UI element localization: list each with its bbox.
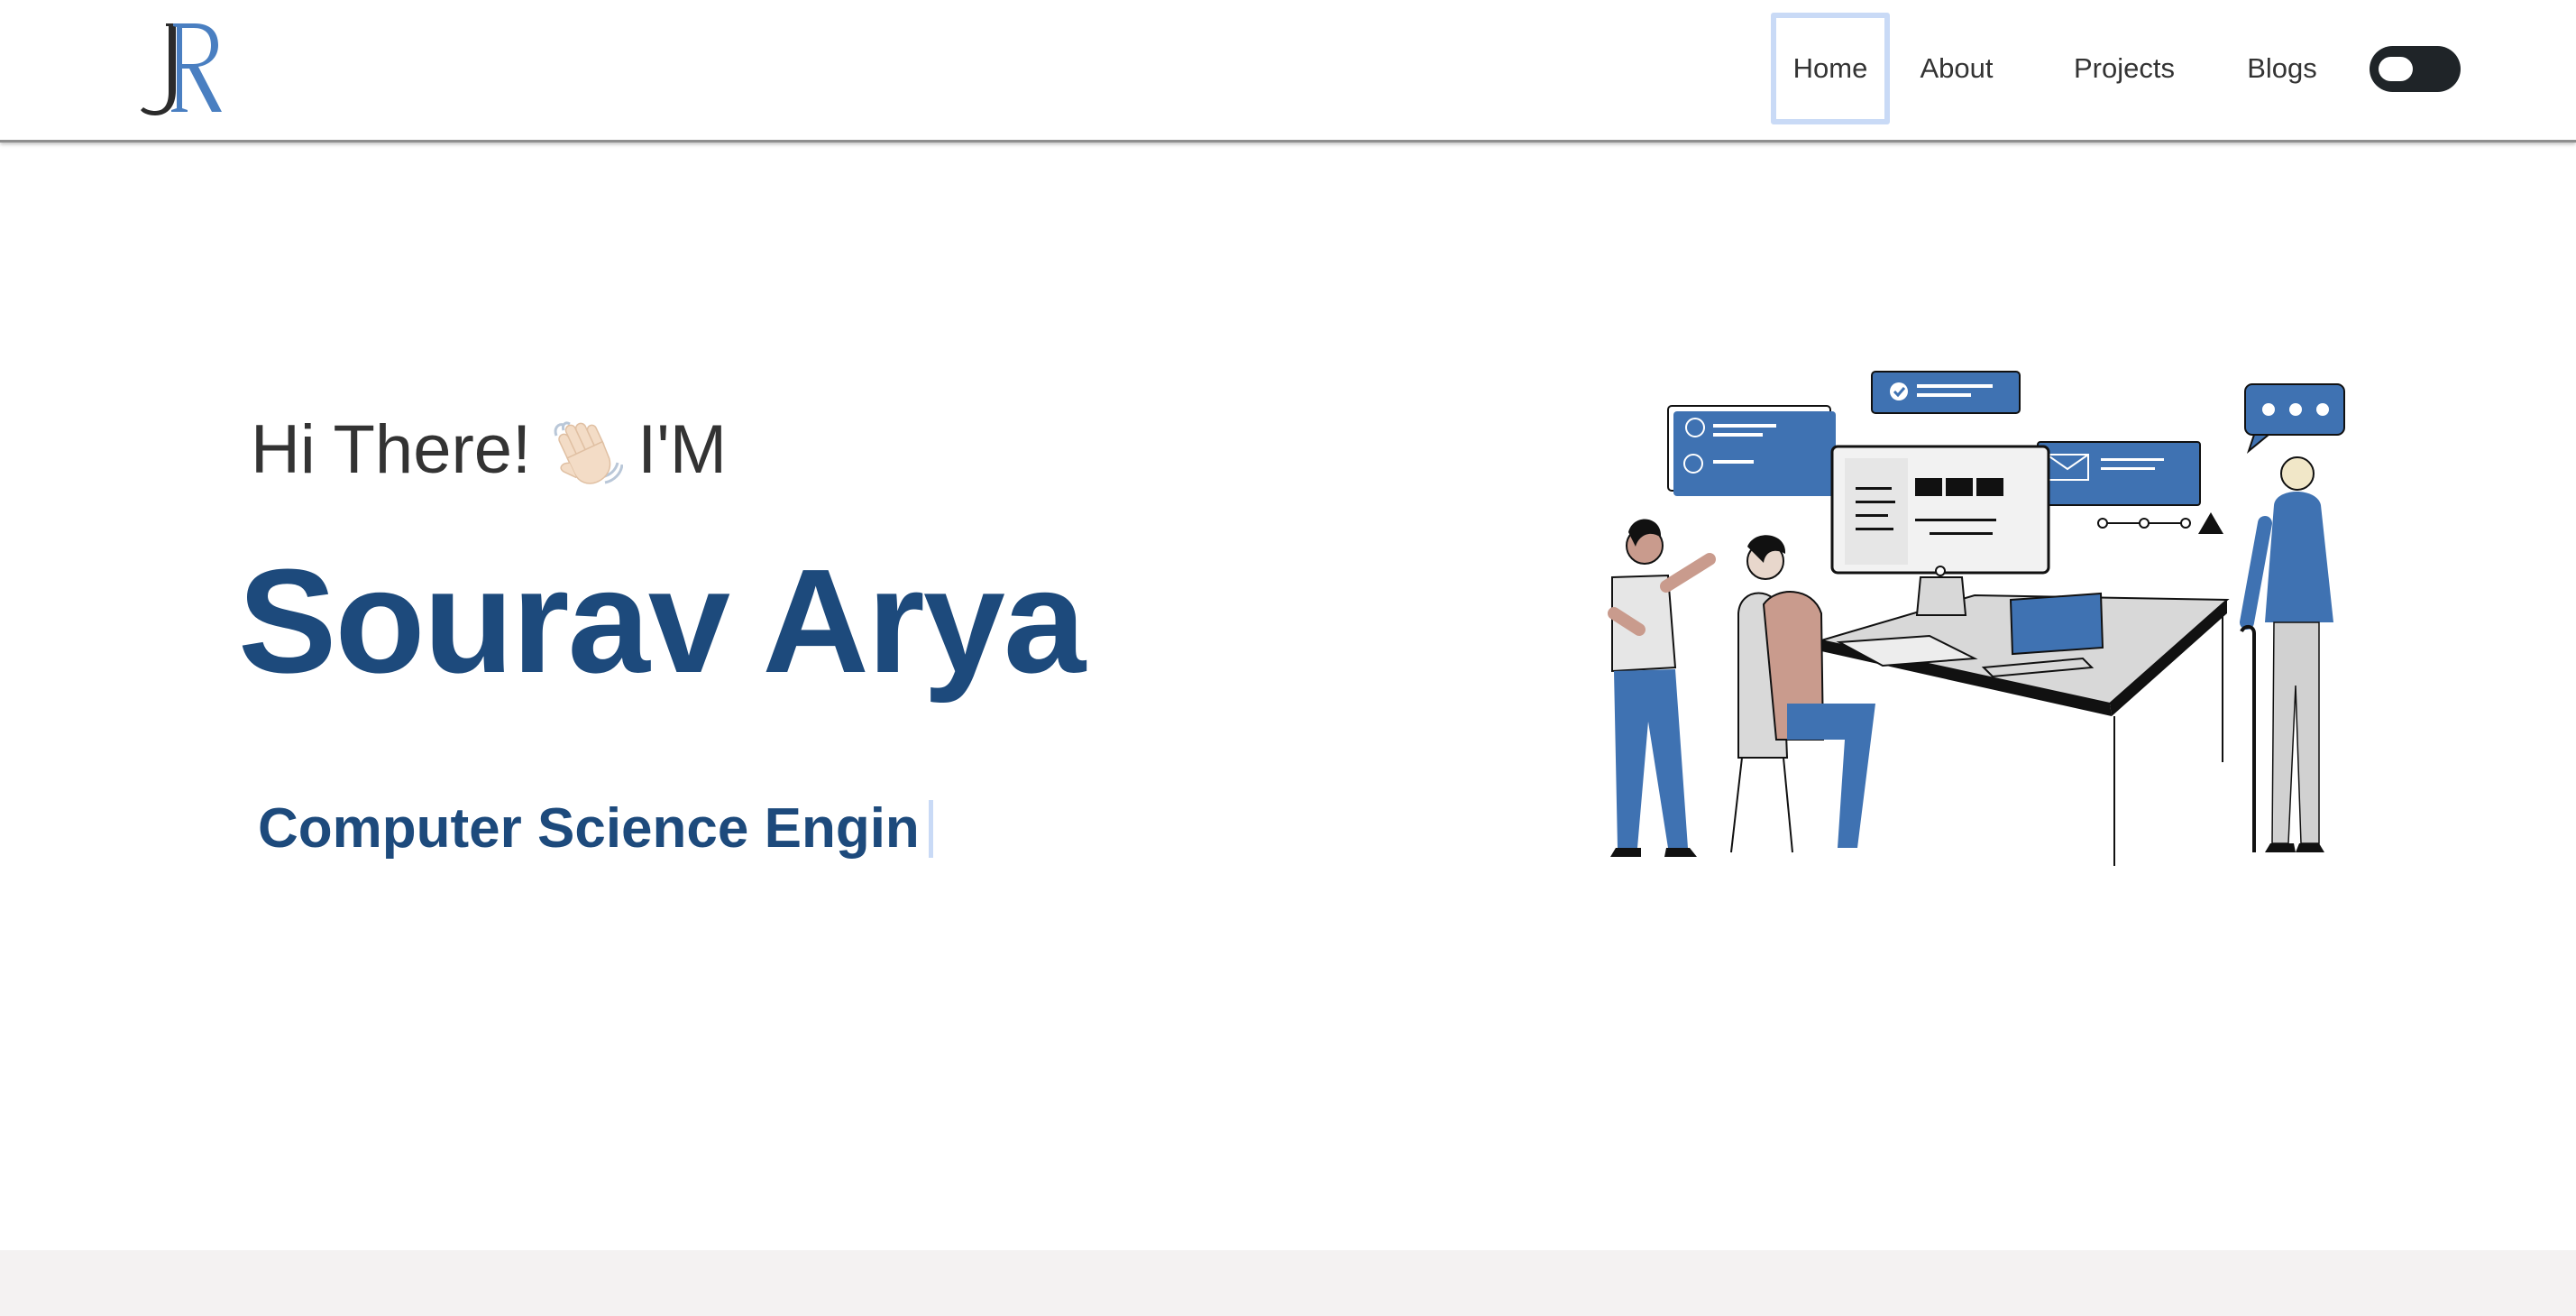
greeting-im-text: I'M (637, 411, 728, 488)
mail-card (2037, 441, 2201, 506)
check-card (1871, 371, 2021, 414)
theme-toggle[interactable] (2370, 46, 2461, 92)
typewriter-role: Computer Science Engin (258, 796, 933, 860)
nav-about-label[interactable]: About (1920, 52, 1993, 85)
nav-projects-label[interactable]: Projects (2074, 52, 2175, 85)
hero-greeting: Hi There! I'M (251, 410, 727, 489)
navbar: Home About Projects Blogs (0, 0, 2576, 143)
hero-name: Sourav Arya (238, 538, 1086, 704)
nav-home[interactable]: Home (1771, 13, 1890, 124)
role-text: Computer Science Engin (258, 797, 920, 860)
typewriter-cursor (928, 799, 933, 858)
developers-illustration (1608, 371, 2345, 866)
nav-blogs-label[interactable]: Blogs (2247, 52, 2317, 85)
logo[interactable] (135, 18, 225, 117)
speech-bubble (2244, 383, 2345, 454)
greeting-text: Hi There! (251, 411, 532, 488)
nav-projects[interactable]: Projects (2068, 13, 2180, 124)
nav-blogs[interactable]: Blogs (2241, 13, 2323, 124)
waving-hand-icon (554, 420, 624, 484)
chat-card-left (1667, 405, 1836, 496)
nav-home-label[interactable]: Home (1793, 52, 1868, 85)
toggle-switch-icon (2379, 57, 2413, 81)
nav-about[interactable]: About (1911, 13, 2002, 124)
footer-band (0, 1250, 2576, 1316)
